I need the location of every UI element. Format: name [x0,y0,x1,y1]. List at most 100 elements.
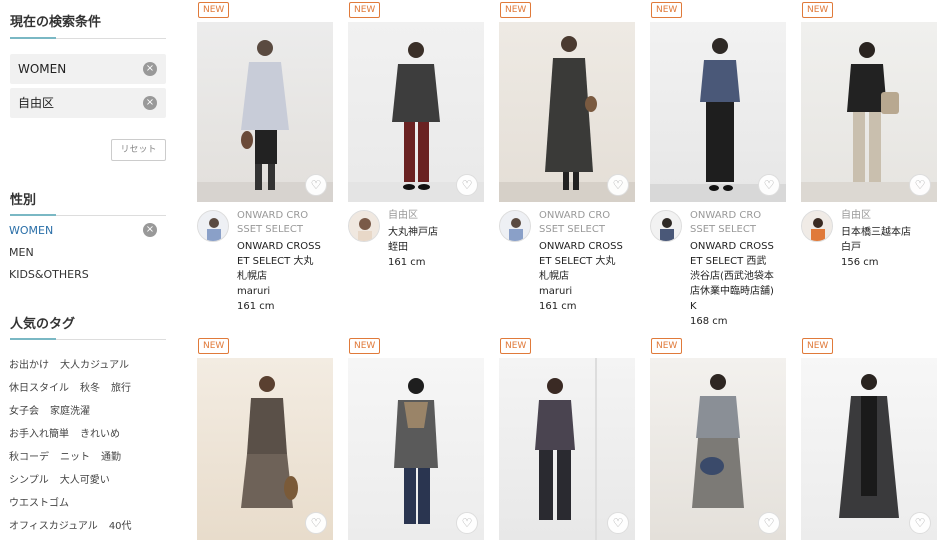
store-line: 札幌店 [539,271,569,282]
tag-link[interactable]: 家庭洗濯 [50,406,90,417]
staff-avatar[interactable] [499,210,531,242]
tag-link[interactable]: 40代 [109,521,132,532]
gender-option-men[interactable]: MEN [9,246,34,259]
outfit-photo[interactable]: ♡ [348,358,484,540]
remove-condition-icon[interactable]: × [143,96,157,110]
tag-link[interactable]: 秋コーデ [9,452,49,463]
brand-name[interactable]: 自由区 [388,209,484,223]
outfit-photo[interactable]: ♡ [801,22,937,202]
favorite-heart-icon[interactable]: ♡ [758,174,780,196]
new-badge: NEW [500,2,532,18]
store-info: 大丸神戸店 蛭田 161 cm [388,226,488,271]
store-line: 渋谷店(西武池袋本 [690,271,774,282]
favorite-heart-icon[interactable]: ♡ [909,512,931,534]
tag-link[interactable]: 女子会 [9,406,39,417]
tag-link[interactable]: 大人カジュアル [60,360,129,371]
new-badge: NEW [349,338,381,354]
favorite-heart-icon[interactable]: ♡ [305,512,327,534]
staff-height: 161 cm [237,301,275,312]
favorite-heart-icon[interactable]: ♡ [305,174,327,196]
store-info: ONWARD CROSS ET SELECT 大丸 札幌店 maruri 161… [539,240,639,315]
divider [10,338,166,340]
favorite-heart-icon[interactable]: ♡ [758,512,780,534]
staff-avatar[interactable] [197,210,229,242]
tag-row: ウエストゴム [9,494,80,509]
reset-button[interactable]: リセット [111,139,166,161]
brand-name[interactable]: ONWARD CRO SSET SELECT [690,209,786,237]
tag-row: お出かけ 大人カジュアル [9,356,140,371]
favorite-heart-icon[interactable]: ♡ [607,512,629,534]
tag-link[interactable]: お出かけ [9,360,49,371]
condition-label: 自由区 [18,96,55,110]
brand-line: ONWARD CRO [237,210,309,221]
new-badge: NEW [500,338,532,354]
staff-height: 161 cm [388,257,426,268]
remove-condition-icon[interactable]: × [143,62,157,76]
tag-row: 女子会 家庭洗濯 [9,402,101,417]
store-info: ONWARD CROSS ET SELECT 大丸 札幌店 maruri 161… [237,240,337,315]
outfit-photo[interactable]: ♡ [499,358,635,540]
divider [10,214,166,216]
tag-row: 秋コーデ ニット 通勤 [9,448,132,463]
gender-option-kids[interactable]: KIDS&OTHERS [9,268,89,281]
outfit-photo[interactable]: ♡ [197,22,333,202]
tag-link[interactable]: 通勤 [101,452,121,463]
staff-name: maruri [539,286,573,297]
current-conditions-title: 現在の検索条件 [10,15,102,30]
favorite-heart-icon[interactable]: ♡ [456,174,478,196]
gender-title: 性別 [10,193,37,208]
condition-chip-area: 自由区 × [10,88,166,118]
brand-name[interactable]: 自由区 [841,209,937,223]
remove-gender-icon[interactable]: × [143,223,157,237]
store-line: 店休業中臨時店舗) [690,286,774,297]
store-info: ONWARD CROSS ET SELECT 西武 渋谷店(西武池袋本 店休業中… [690,240,790,330]
staff-avatar[interactable] [650,210,682,242]
staff-name: K [690,301,697,312]
outfit-photo[interactable]: ♡ [197,358,333,540]
new-badge: NEW [198,338,230,354]
tag-link[interactable]: ニット [60,452,90,463]
brand-name[interactable]: ONWARD CRO SSET SELECT [539,209,635,237]
new-badge: NEW [802,338,834,354]
brand-name[interactable]: ONWARD CRO SSET SELECT [237,209,333,237]
condition-label: WOMEN [18,62,67,76]
staff-height: 168 cm [690,316,728,327]
tag-link[interactable]: 旅行 [111,383,131,394]
staff-name: maruri [237,286,271,297]
tag-link[interactable]: 休日スタイル [9,383,69,394]
outfit-photo[interactable]: ♡ [801,358,937,540]
brand-line: 自由区 [841,210,871,221]
store-line: ET SELECT 大丸 [539,256,616,267]
favorite-heart-icon[interactable]: ♡ [456,512,478,534]
tag-link[interactable]: 秋冬 [80,383,100,394]
tag-link[interactable]: お手入れ簡単 [9,429,69,440]
store-line: ONWARD CROSS [539,241,623,252]
condition-chip-women: WOMEN × [10,54,166,84]
favorite-heart-icon[interactable]: ♡ [909,174,931,196]
outfit-photo[interactable]: ♡ [650,22,786,202]
new-badge: NEW [349,2,381,18]
tag-link[interactable]: ウエストゴム [9,498,69,509]
outfit-photo[interactable]: ♡ [650,358,786,540]
tags-title: 人気のタグ [10,317,76,332]
tag-link[interactable]: シンプル [9,475,49,486]
staff-name: 白戸 [841,242,861,253]
new-badge: NEW [802,2,834,18]
outfit-photo[interactable]: ♡ [499,22,635,202]
tag-link[interactable]: オフィスカジュアル [9,521,98,532]
tag-link[interactable]: 大人可愛い [60,475,110,486]
new-badge: NEW [651,338,683,354]
divider [10,37,166,39]
brand-line: ONWARD CRO [539,210,611,221]
staff-height: 161 cm [539,301,577,312]
outfit-photo[interactable]: ♡ [348,22,484,202]
store-line: ET SELECT 西武 [690,256,767,267]
staff-name: 蛭田 [388,242,408,253]
favorite-heart-icon[interactable]: ♡ [607,174,629,196]
gender-option-women[interactable]: WOMEN [9,224,53,237]
staff-avatar[interactable] [348,210,380,242]
staff-avatar[interactable] [801,210,833,242]
store-line: ET SELECT 大丸 [237,256,314,267]
tag-link[interactable]: きれいめ [80,429,120,440]
new-badge: NEW [198,2,230,18]
